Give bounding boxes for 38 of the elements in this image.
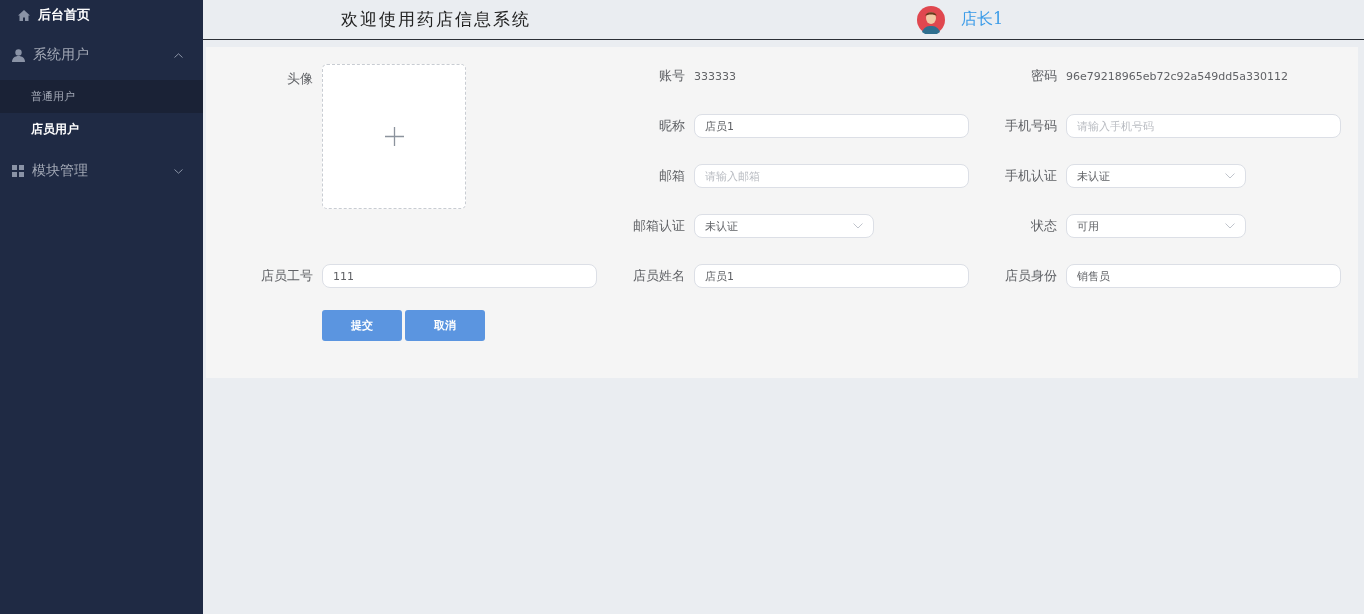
chevron-icon [1225, 223, 1235, 229]
field-label: 账号 [658, 67, 685, 85]
select-field[interactable]: 可用 [1066, 214, 1246, 238]
menu-item[interactable]: 后台首页 [0, 0, 203, 30]
submenu-item[interactable]: 普通用户 [0, 80, 203, 113]
field-label: 昵称 [658, 117, 685, 135]
app-title: 欢迎使用药店信息系统 [341, 8, 532, 31]
field-label: 手机认证 [1004, 167, 1057, 185]
field-label: 密码 [1030, 67, 1057, 85]
chevron-icon [853, 223, 863, 229]
grid-icon [12, 165, 24, 177]
plus-icon [384, 127, 404, 146]
field-label: 邮箱认证 [632, 217, 685, 235]
menu-item[interactable]: 模块管理 [0, 146, 203, 196]
avatar-icon[interactable] [917, 5, 945, 34]
input-field[interactable]: 店员1 [694, 264, 969, 288]
chevron-icon [174, 168, 183, 174]
input-field[interactable]: 店员1 [694, 114, 969, 138]
input-field[interactable]: 111 [322, 264, 597, 288]
field-label: 店员身份 [1004, 267, 1057, 285]
field-label: 头像 [286, 71, 313, 88]
field-label: 店员工号 [260, 267, 313, 285]
field-value: 96e79218965eb72c92a549dd5a330112 [1066, 69, 1288, 83]
submenu-item[interactable]: 店员用户 [0, 113, 203, 146]
home-icon [18, 9, 30, 21]
field-label: 店员姓名 [632, 267, 685, 285]
input-field[interactable]: 销售员 [1066, 264, 1341, 288]
chevron-icon [174, 52, 183, 58]
select-field[interactable]: 未认证 [694, 214, 874, 238]
field-value: 333333 [694, 69, 736, 83]
chevron-icon [1225, 173, 1235, 179]
user-icon [12, 48, 25, 62]
menu-item[interactable]: 系统用户 [0, 30, 203, 80]
input-field[interactable]: 请输入邮箱 [694, 164, 969, 188]
field-label: 邮箱 [658, 167, 685, 185]
select-field[interactable]: 未认证 [1066, 164, 1246, 188]
field-label: 状态 [1030, 217, 1057, 235]
field-label: 手机号码 [1004, 117, 1057, 135]
